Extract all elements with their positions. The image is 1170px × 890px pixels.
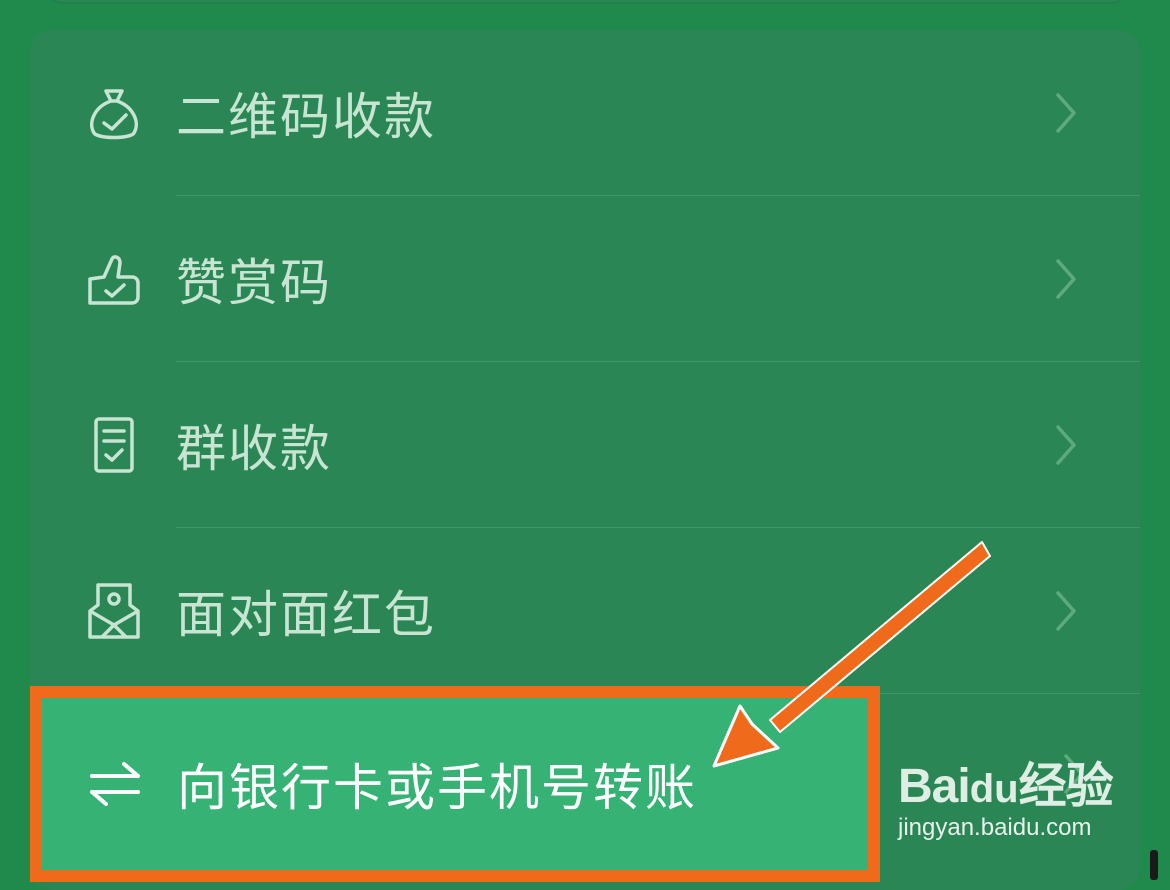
menu-item-label: 面对面红包 xyxy=(176,586,436,644)
top-card-edge xyxy=(48,0,1126,2)
scroll-edge xyxy=(1150,850,1158,880)
watermark-url: jingyan.baidu.com xyxy=(898,814,1092,841)
menu-item-appreciation-code[interactable]: 赞赏码 xyxy=(30,196,1140,362)
red-packet-icon xyxy=(88,583,140,639)
baidu-watermark: Baidu经验 jingyan.baidu.com xyxy=(898,746,1130,856)
chevron-right-icon xyxy=(1056,425,1076,465)
transfer-arrows-icon xyxy=(90,762,140,806)
baidu-logo: Baidu经验 xyxy=(898,760,1114,813)
menu-item-label: 向银行卡或手机号转账 xyxy=(177,759,697,817)
menu-item-face-to-face-red-packet[interactable]: 面对面红包 xyxy=(30,528,1140,694)
menu-item-label: 赞赏码 xyxy=(176,254,332,312)
money-bag-icon xyxy=(89,89,139,140)
menu-item-transfer-to-bank-or-phone[interactable]: 向银行卡或手机号转账 xyxy=(30,686,880,882)
menu-item-label: 二维码收款 xyxy=(176,88,436,146)
menu-item-qr-collect[interactable]: 二维码收款 xyxy=(30,30,1140,196)
chevron-right-icon xyxy=(1056,93,1076,133)
chevron-right-icon xyxy=(1056,259,1076,299)
receipt-icon xyxy=(94,417,134,473)
menu-item-group-collect[interactable]: 群收款 xyxy=(30,362,1140,528)
chevron-right-icon xyxy=(1056,591,1076,631)
menu-item-label: 群收款 xyxy=(176,420,332,478)
thumbs-up-icon xyxy=(88,255,140,305)
